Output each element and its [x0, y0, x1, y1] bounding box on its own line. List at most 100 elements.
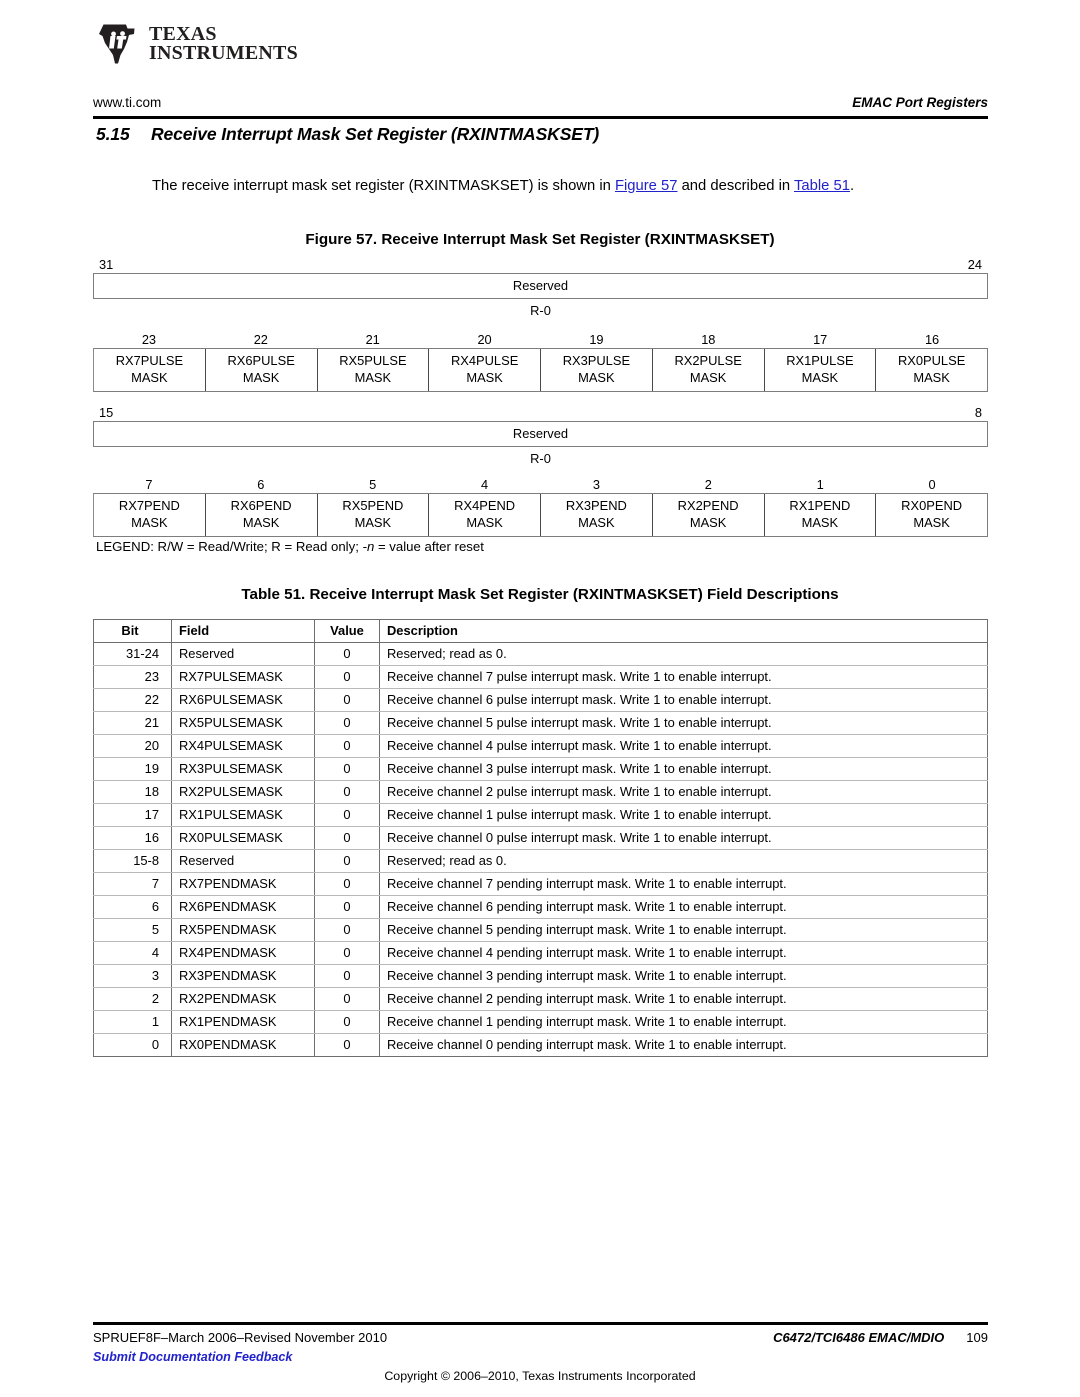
table-cell-desc: Receive channel 1 pulse interrupt mask. … — [379, 803, 988, 827]
table-cell-bit: 15-8 — [93, 849, 172, 873]
intro-text-3: . — [849, 177, 855, 194]
field-name-bottom: MASK — [913, 514, 950, 530]
table-row: 6 RX6PENDMASK 0 Receive channel 6 pending i… — [93, 895, 988, 919]
table-row: 17 RX1PULSEMASK 0 Receive channel 1 pulse i… — [93, 803, 988, 827]
field-name-bottom: MASK — [801, 369, 839, 385]
table-cell-desc: Receive channel 6 pulse interrupt mask. … — [379, 688, 988, 712]
table-cell-desc: Receive channel 5 pulse interrupt mask. … — [379, 711, 988, 735]
table-cell-value: 0 — [314, 688, 380, 712]
field-name-top: RX1PEND — [789, 498, 851, 513]
table-cell-field: RX1PENDMASK — [171, 1010, 315, 1034]
header-url: www.ti.com — [93, 95, 162, 110]
field-name-top: RX3PEND — [565, 498, 627, 513]
field-name-bottom: MASK — [689, 514, 727, 530]
table-cell-value: 0 — [314, 803, 380, 827]
bit-number-high: 31 — [99, 257, 114, 272]
footer-device-name: C6472/TCI6486 EMAC/MDIO — [773, 1330, 945, 1345]
table-cell-bit: 20 — [93, 734, 172, 758]
register-field-cell: RX7PULSE MASK — [94, 349, 205, 391]
bit-number: 22 — [253, 332, 268, 347]
table-cell-bit: 6 — [93, 895, 172, 919]
table-row: 15-8 Reserved 0 Reserved; read as 0. — [93, 849, 988, 873]
register-field-cell: RX4PEND MASK — [428, 494, 540, 537]
table-row: 1 RX1PENDMASK 0 Receive channel 1 pending i… — [93, 1010, 988, 1034]
table-cell-bit: 23 — [93, 665, 172, 689]
table-cell-desc: Receive channel 4 pulse interrupt mask. … — [379, 734, 988, 758]
field-name-top: RX6PEND — [230, 498, 292, 513]
table-cell-value: 0 — [314, 849, 380, 873]
field-descriptions-table: Bit Field Value Description 31-24 Reserve… — [93, 619, 988, 1057]
field-name-top: RX4PULSE — [450, 353, 519, 368]
figure-legend: LEGEND: R/W = Read/Write; R = Read only;… — [96, 539, 484, 554]
table-cell-field: RX4PULSEMASK — [171, 734, 315, 758]
table-row: 18 RX2PULSEMASK 0 Receive channel 2 pulse i… — [93, 780, 988, 804]
bit-number: 18 — [701, 332, 716, 347]
register-field-cell: RX5PEND MASK — [316, 494, 429, 537]
register-field-cell: RX6PEND MASK — [204, 494, 317, 537]
table-row: 31-24 Reserved 0 Reserved; read as 0. — [93, 642, 988, 666]
bit-number: 1 — [816, 477, 824, 492]
field-name-top: RX2PEND — [677, 498, 739, 513]
table-cell-field: RX5PULSEMASK — [171, 711, 315, 735]
table-cell-field: RX7PULSEMASK — [171, 665, 315, 689]
bit-number: 17 — [813, 332, 828, 347]
access-31-24: R-0 — [530, 303, 551, 318]
table-cell-desc: Receive channel 5 pending interrupt mask… — [379, 918, 988, 942]
bit-number: 16 — [924, 332, 940, 347]
table-cell-value: 0 — [314, 642, 380, 666]
bit-numbers-15-8: 15 8 — [93, 404, 988, 421]
bit-number: 20 — [477, 332, 492, 347]
table-cell-desc: Receive channel 7 pulse interrupt mask. … — [379, 665, 988, 689]
table-cell-field: Reserved — [171, 642, 315, 666]
table-cell-field: RX2PULSEMASK — [171, 780, 315, 804]
table-51-link[interactable]: Table 51 — [794, 178, 850, 194]
table-cell-bit: 16 — [93, 826, 172, 850]
column-header-bit: Bit — [93, 619, 172, 643]
bit-number-high: 15 — [99, 405, 114, 420]
table-cell-bit: 21 — [93, 711, 172, 735]
table-cell-bit: 31-24 — [93, 642, 172, 666]
table-cell-desc: Receive channel 2 pending interrupt mask… — [379, 987, 988, 1011]
table-cell-desc: Reserved; read as 0. — [379, 642, 988, 666]
table-row: 21 RX5PULSEMASK 0 Receive channel 5 pulse i… — [93, 711, 988, 735]
register-field-cell: RX2PULSE MASK — [651, 349, 764, 392]
table-row: 19 RX3PULSEMASK 0 Receive channel 3 pulse i… — [93, 757, 988, 781]
table-cell-value: 0 — [314, 895, 380, 919]
table-row: 4 RX4PENDMASK 0 Receive channel 4 pending i… — [93, 941, 988, 965]
table-row: 16 RX0PULSEMASK 0 Receive channel 0 pulse i… — [93, 826, 988, 850]
table-cell-bit: 2 — [93, 987, 172, 1011]
legend-text-pre: LEGEND: R/W = Read/Write; R = Read only; — [96, 539, 363, 554]
table-cell-field: RX3PENDMASK — [171, 964, 315, 988]
table-cell-value: 0 — [314, 1033, 380, 1057]
footer-page-number: 109 — [966, 1330, 988, 1345]
table-cell-bit: 5 — [93, 918, 172, 942]
bit-number-low: 24 — [967, 257, 982, 272]
table-cell-field: RX6PULSEMASK — [171, 688, 315, 712]
figure-caption: Figure 57. Receive Interrupt Mask Set Re… — [305, 231, 775, 248]
intro-text-1: The receive interrupt mask set register … — [152, 177, 615, 194]
table-cell-desc: Receive channel 2 pulse interrupt mask. … — [379, 780, 988, 804]
field-name-top: RX6PULSE — [227, 353, 295, 368]
table-cell-field: RX7PENDMASK — [171, 872, 315, 896]
field-name-top: RX3PULSE — [562, 353, 631, 368]
field-name-bottom: MASK — [242, 514, 280, 530]
register-row-7-0: 7 6 5 4 3 2 1 0 RX7PEND MASK RX6PEND MAS… — [93, 476, 988, 538]
figure-57-link[interactable]: Figure 57 — [615, 178, 678, 194]
reserved-field-31-24: Reserved — [93, 273, 988, 299]
field-name-bottom: MASK — [689, 369, 727, 385]
submit-documentation-feedback-link[interactable]: Submit Documentation Feedback — [93, 1350, 292, 1364]
table-row: 22 RX6PULSEMASK 0 Receive channel 6 pulse i… — [93, 688, 988, 712]
field-name-top: RX2PULSE — [674, 353, 742, 368]
header-section-title: EMAC Port Registers — [852, 95, 988, 110]
bit-number: 23 — [141, 332, 157, 347]
table-cell-field: RX2PENDMASK — [171, 987, 315, 1011]
table-header-row: Bit Field Value Description — [93, 619, 988, 643]
register-field-cell: RX2PEND MASK — [651, 494, 764, 537]
page-footer: SPRUEF8F–March 2006–Revised November 201… — [93, 1330, 988, 1345]
field-name-bottom: MASK — [578, 369, 615, 385]
table-cell-desc: Receive channel 3 pulse interrupt mask. … — [379, 757, 988, 781]
table-body: 31-24 Reserved 0 Reserved; read as 0. 23 RX7P… — [93, 642, 988, 1057]
footer-copyright: Copyright © 2006–2010, Texas Instruments… — [384, 1369, 696, 1383]
column-header-value: Value — [314, 619, 380, 643]
register-field-cell: RX0PULSE MASK — [875, 349, 987, 392]
